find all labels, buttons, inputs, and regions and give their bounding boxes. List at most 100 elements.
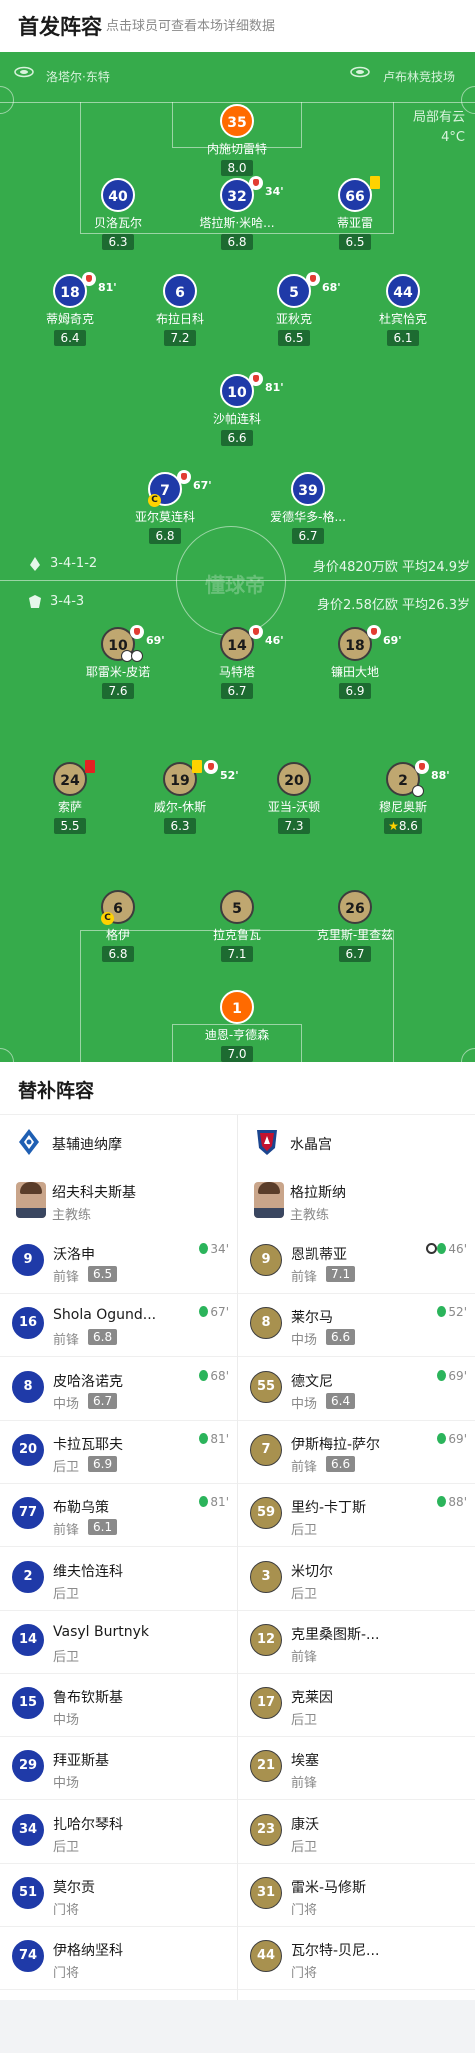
player-home-66[interactable]: 66 蒂亚雷 6.5	[295, 176, 415, 250]
sub-player-number: 44	[250, 1940, 282, 1973]
player-rating: ★8.6	[384, 818, 422, 834]
sub-player-name: Vasyl Burtnyk	[53, 1623, 149, 1640]
sub-time: 81'	[98, 281, 117, 294]
sub-player-row[interactable]: 14 Vasyl Burtnyk 后卫	[0, 1610, 237, 1673]
player-home-6[interactable]: 6 布拉日科 7.2	[120, 274, 240, 346]
sub-player-number: 17	[250, 1687, 282, 1720]
sub-player-position: 中场	[291, 1396, 318, 1412]
home-team-row[interactable]: 基辅迪纳摩	[0, 1114, 237, 1170]
player-name: 马特塔	[218, 665, 255, 679]
sub-player-row[interactable]: 9 沃洛申 前锋 6.5 34'	[0, 1230, 237, 1293]
sub-time: 34'	[265, 185, 284, 198]
player-home-18[interactable]: 18 81' 蒂姆奇克 6.4	[10, 272, 130, 346]
player-number: 32 34'	[220, 176, 284, 212]
player-number: 1	[220, 990, 254, 1024]
player-home-32[interactable]: 32 34' 塔拉斯·米哈... 6.8	[177, 176, 297, 250]
player-away-19[interactable]: 19 52' 威尔-休斯 6.3	[120, 760, 240, 834]
sub-player-row[interactable]: 16 Shola Ogund... 前锋 6.8 67'	[0, 1293, 237, 1356]
sub-player-number: 8	[250, 1307, 282, 1340]
player-away-10[interactable]: 10 69' 耶雷米-皮诺 7.6	[58, 625, 178, 699]
red-card-icon	[85, 760, 95, 773]
sub-in-time: 34'	[199, 1242, 229, 1256]
player-away-2[interactable]: 2 88' 穆尼奥斯 ★8.6	[343, 760, 463, 834]
sub-player-row[interactable]: 51 莫尔贡 门将	[0, 1863, 237, 1926]
player-away-14[interactable]: 14 46' 马特塔 6.7	[177, 625, 297, 699]
sub-player-row[interactable]: 17 克莱因 后卫	[238, 1673, 475, 1736]
player-name: 迪恩-亨德森	[204, 1028, 270, 1042]
sub-in-time: 81'	[199, 1495, 229, 1509]
goal-ball-icon	[426, 1243, 437, 1254]
sub-player-row[interactable]: 12 克里桑图斯-... 前锋	[238, 1610, 475, 1673]
sub-out-icon	[249, 372, 263, 386]
sub-player-row[interactable]: 9 恩凯蒂亚 前锋 7.1 46'	[238, 1230, 475, 1293]
sub-player-position: 后卫	[53, 1649, 80, 1665]
player-name: 镰田大地	[330, 665, 379, 679]
sub-player-row[interactable]: 8 莱尔马 中场 6.6 52'	[238, 1293, 475, 1356]
player-away-26[interactable]: 26 克里斯-里查兹 6.7	[295, 890, 415, 962]
player-home-40[interactable]: 40 贝洛瓦尔 6.3	[58, 178, 178, 250]
sub-player-row[interactable]: 59 里约-卡丁斯 后卫 88'	[238, 1483, 475, 1546]
sub-player-name: 克莱因	[291, 1690, 333, 1707]
player-rating: 7.1	[221, 946, 253, 962]
sub-player-row[interactable]: 34 扎哈尔琴科 后卫	[0, 1800, 237, 1863]
sub-player-position: 门将	[53, 1903, 80, 1918]
sub-player-number: 59	[250, 1497, 282, 1530]
sub-in-time: 52'	[437, 1305, 467, 1319]
captain-badge: C	[101, 912, 114, 925]
sub-player-name: 克里桑图斯-...	[291, 1626, 380, 1643]
sub-player-row[interactable]: 20 卡拉瓦耶夫 后卫 6.9 81'	[0, 1420, 237, 1483]
sub-in-time: 88'	[437, 1495, 467, 1509]
home-formation: 3-4-1-2	[50, 556, 98, 571]
temperature-text: 4°C	[441, 130, 465, 145]
player-number: 18 69'	[338, 625, 402, 661]
player-home-39[interactable]: 39 爱德华多-格... 6.7	[248, 472, 368, 544]
weather-info: 局部有云 4°C	[413, 108, 465, 148]
sub-player-row[interactable]: 23 康沃 后卫	[238, 1800, 475, 1863]
lineup-header: 首发阵容 点击球员可查看本场详细数据	[0, 0, 475, 52]
player-away-6[interactable]: 6C 格伊 6.8	[58, 890, 178, 962]
away-coach[interactable]: 格拉斯纳 主教练	[238, 1170, 475, 1230]
player-number: 40	[101, 178, 135, 212]
player-away-18[interactable]: 18 69' 镰田大地 6.9	[295, 625, 415, 699]
player-home-10[interactable]: 10 81' 沙帕连科 6.6	[177, 372, 297, 446]
player-away-20[interactable]: 20 亚当-沃顿 7.3	[234, 762, 354, 834]
dynamo-kyiv-logo-icon	[19, 1129, 39, 1155]
sub-player-row[interactable]: 55 德文尼 中场 6.4 69'	[238, 1357, 475, 1420]
player-away-1[interactable]: 1 迪恩-亨德森 7.0	[177, 990, 297, 1062]
sub-player-row[interactable]: 29 拜亚斯基 中场	[0, 1736, 237, 1799]
sub-player-row[interactable]: 44 瓦尔特-贝尼... 门将	[238, 1926, 475, 1989]
sub-player-row[interactable]: 7 伊斯梅拉-萨尔 前锋 6.6 69'	[238, 1420, 475, 1483]
player-name: 蒂亚雷	[336, 216, 373, 230]
player-home-5[interactable]: 5 68' 亚秋克 6.5	[234, 272, 354, 346]
home-team-name: 基辅迪纳摩	[52, 1137, 122, 1153]
player-rating: 7.3	[278, 818, 310, 834]
player-rating: 6.7	[339, 946, 371, 962]
player-name: 亚秋克	[275, 312, 312, 326]
sub-player-row[interactable]: 15 鲁布钦斯基 中场	[0, 1673, 237, 1736]
player-away-5[interactable]: 5 拉克鲁瓦 7.1	[177, 890, 297, 962]
player-number: 7 67' C	[148, 470, 212, 507]
player-away-24[interactable]: 24 索萨 5.5	[10, 760, 130, 834]
player-rating: 7.6	[102, 683, 134, 699]
sub-player-row[interactable]: 77 布勒乌策 前锋 6.1 81'	[0, 1483, 237, 1546]
sub-player-row[interactable]: 74 伊格纳坚科 门将	[0, 1926, 237, 1989]
player-home-35[interactable]: 35 内施切雷特 8.0	[177, 104, 297, 176]
sub-player-name: 鲁布钦斯基	[53, 1690, 123, 1707]
away-team-row[interactable]: 水晶宫	[238, 1114, 475, 1170]
sub-player-position: 前锋	[291, 1270, 318, 1285]
goal-ball-icon	[131, 650, 143, 662]
sub-player-row[interactable]: 2 维夫恰连科 后卫	[0, 1547, 237, 1610]
sub-player-row[interactable]: 3 米切尔 后卫	[238, 1547, 475, 1610]
sub-player-row[interactable]: 31 雷米-马修斯 门将	[238, 1863, 475, 1926]
player-rating: 6.8	[149, 528, 181, 544]
sub-player-position: 前锋	[53, 1270, 80, 1285]
sub-player-row[interactable]: 21 埃塞 前锋	[238, 1736, 475, 1799]
player-home-7[interactable]: 7 67' C 亚尔莫连科 6.8	[105, 470, 225, 544]
player-home-44[interactable]: 44 杜宾恰克 6.1	[343, 274, 463, 346]
home-coach[interactable]: 绍夫科夫斯基 主教练	[0, 1170, 237, 1230]
sub-player-row[interactable]: 8 皮哈洛诺克 中场 6.7 68'	[0, 1357, 237, 1420]
player-name: 穆尼奥斯	[378, 800, 427, 814]
player-number: 14 46'	[220, 625, 284, 661]
sub-player-name: 维夫恰连科	[53, 1563, 123, 1580]
player-number: 35	[220, 104, 254, 138]
